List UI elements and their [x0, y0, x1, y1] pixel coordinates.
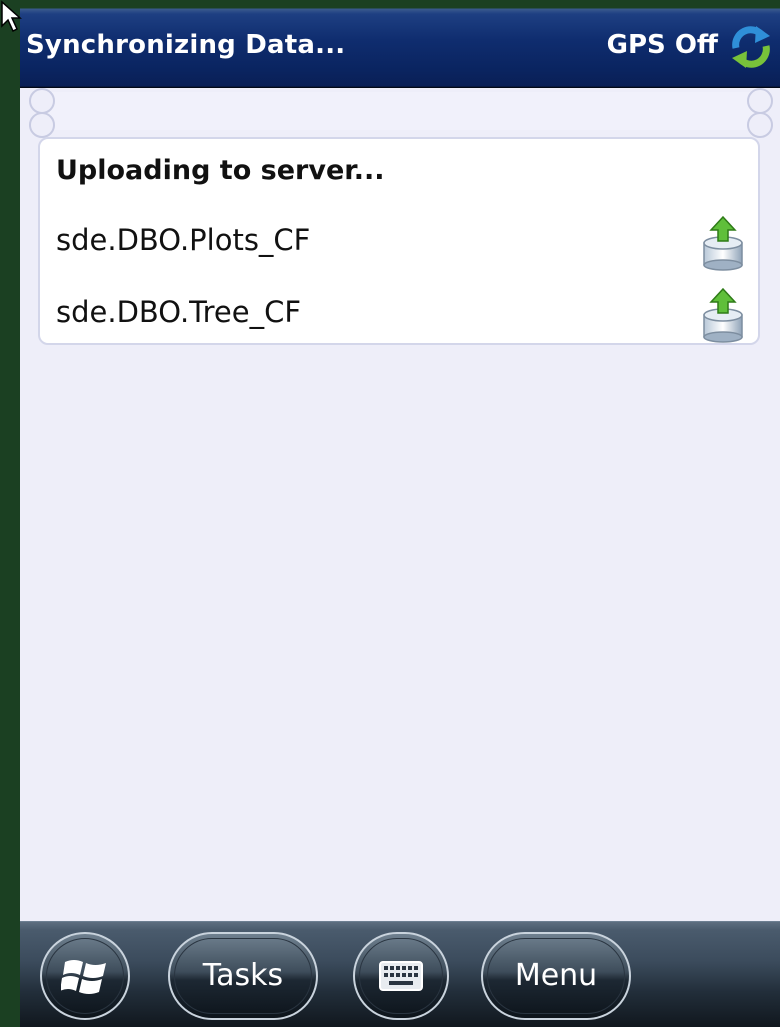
- button-ring: [487, 938, 625, 1014]
- database-upload-icon: [703, 215, 743, 271]
- upload-status-card: Uploading to server... sde.DBO.Plots_CF …: [38, 137, 760, 345]
- list-header-strip: [29, 88, 773, 138]
- device-screen: Synchronizing Data... GPS Off Uploading …: [20, 0, 780, 1027]
- keyboard-button[interactable]: [353, 932, 449, 1020]
- strip-notch: [29, 88, 55, 114]
- database-upload-icon: [703, 287, 743, 343]
- button-ring: [174, 938, 312, 1014]
- soft-key-bar: Tasks Menu: [20, 921, 780, 1027]
- window-title: Synchronizing Data...: [26, 30, 346, 60]
- gps-status[interactable]: GPS Off: [607, 30, 718, 60]
- upload-heading: Uploading to server...: [56, 155, 385, 186]
- layer-name: sde.DBO.Plots_CF: [56, 223, 311, 257]
- list-item[interactable]: sde.DBO.Tree_CF: [56, 283, 746, 343]
- strip-notch: [747, 112, 773, 138]
- start-button[interactable]: [40, 932, 130, 1020]
- title-bar: Synchronizing Data... GPS Off: [20, 0, 780, 88]
- strip-notch: [747, 88, 773, 114]
- sync-arrows-icon[interactable]: [726, 22, 776, 72]
- list-item[interactable]: sde.DBO.Plots_CF: [56, 211, 746, 271]
- windows-logo-icon: [61, 960, 106, 994]
- keyboard-icon: [379, 961, 423, 991]
- menu-button[interactable]: Menu: [481, 932, 631, 1020]
- layer-name: sde.DBO.Tree_CF: [56, 295, 302, 329]
- strip-notch: [29, 112, 55, 138]
- tasks-button[interactable]: Tasks: [168, 932, 318, 1020]
- mouse-cursor-icon: [1, 0, 22, 33]
